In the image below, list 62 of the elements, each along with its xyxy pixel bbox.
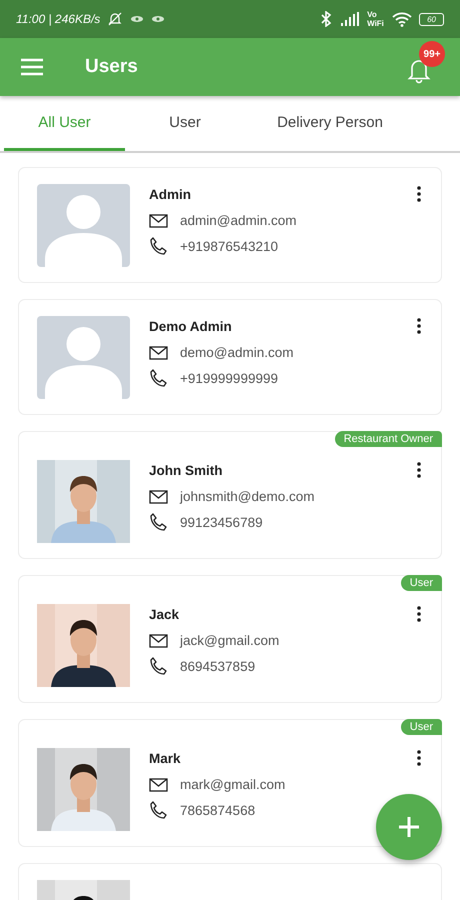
plus-icon [398,816,420,838]
more-icon [417,462,421,478]
page-title: Users [85,56,138,78]
role-tag: User [400,719,442,735]
phone-icon [149,369,168,387]
user-email: johnsmith@demo.com [180,489,315,504]
role-tag: Restaurant Owner [334,431,442,447]
user-email: mark@gmail.com [180,777,286,792]
envelope-icon [149,214,168,228]
phone-icon [149,513,168,531]
user-card[interactable]: Restaurant Owner John Smith johnsmith@demo.com 99123456789 [18,431,442,559]
bluetooth-icon [319,11,334,27]
user-phone: +919876543210 [180,238,278,254]
phone-icon [149,237,168,255]
vowifi-label: Vo WiFi [367,10,385,28]
eye-icon [130,15,144,23]
avatar-placeholder-icon [37,184,130,267]
user-name: Demo Admin [149,318,232,334]
more-icon [417,606,421,622]
envelope-icon [149,634,168,648]
role-tag: User [400,575,442,591]
user-card[interactable]: User Jack jack@gmail.com 8694537859 [18,575,442,703]
muted-bell-icon [107,11,124,27]
envelope-icon [149,346,168,360]
wifi-icon [392,12,412,26]
phone-icon [149,657,168,675]
phone-icon [149,801,168,819]
user-name: Admin [149,186,191,202]
tab[interactable]: Delivery Person [245,96,415,151]
more-options-button[interactable] [415,318,423,334]
eye-icon [151,15,166,23]
more-options-button[interactable] [415,462,423,478]
menu-button[interactable] [20,58,44,76]
more-options-button[interactable] [415,606,423,622]
user-email: admin@admin.com [180,213,296,228]
user-card[interactable]: Admin admin@admin.com +919876543210 [18,167,442,283]
notification-button[interactable]: 99+ [404,41,445,85]
user-card[interactable]: User Mark mark@gmail.com 7865874568 [18,719,442,847]
more-options-button[interactable] [415,186,423,202]
more-options-button[interactable] [415,750,423,766]
battery-icon: 60 [419,12,444,26]
user-email: jack@gmail.com [180,633,280,648]
envelope-icon [149,490,168,504]
avatar-placeholder-icon [37,316,130,399]
user-phone: 7865874568 [180,802,256,818]
menu-icon [20,58,44,76]
user-email: demo@admin.com [180,345,294,360]
user-phone: +919999999999 [180,370,278,386]
more-icon [417,186,421,202]
user-name: Mark [149,750,181,766]
user-card[interactable]: Demo Admin demo@admin.com +919999999999 [18,299,442,415]
user-name: John Smith [149,462,222,478]
more-icon [417,750,421,766]
more-icon [417,318,421,334]
envelope-icon [149,778,168,792]
status-time: 11:00 | 246KB/s [16,12,100,26]
notification-badge: 99+ [419,41,445,67]
user-phone: 99123456789 [180,514,263,530]
user-phone: 8694537859 [180,658,256,674]
signal-icon [340,12,360,26]
user-name: Jack [149,606,180,622]
tab[interactable]: User [125,96,245,151]
